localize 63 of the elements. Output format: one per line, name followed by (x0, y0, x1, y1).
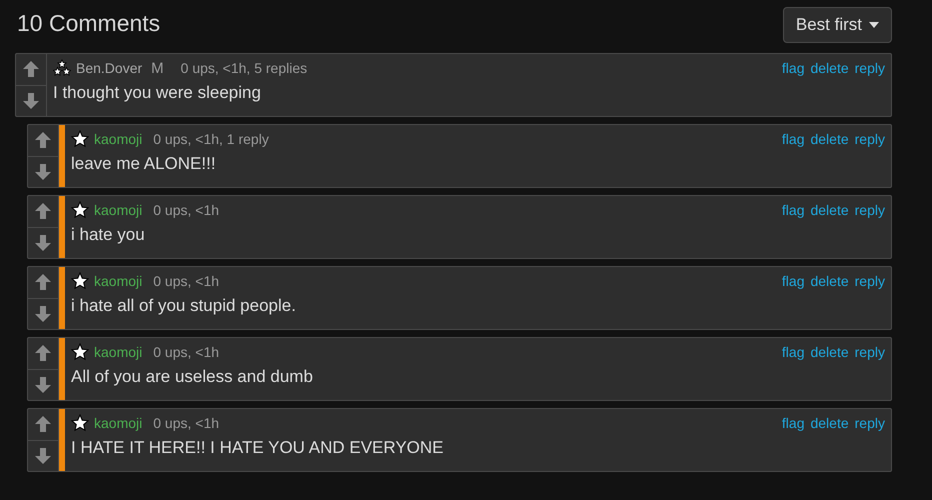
comment-action-link[interactable]: delete (810, 60, 849, 76)
username-link[interactable]: kaomoji (94, 415, 142, 431)
up-arrow-icon (34, 344, 52, 362)
username-link[interactable]: kaomoji (94, 131, 142, 147)
down-arrow-icon (34, 234, 52, 252)
comments-count-title: 10 Comments (16, 10, 160, 36)
comment-meta: 0 ups, <1h (153, 344, 220, 360)
comment-text: leave me ALONE!!! (71, 154, 217, 174)
comment-action-link[interactable]: reply (854, 273, 885, 289)
comment-action-link[interactable]: flag (782, 131, 804, 147)
comment-meta: 0 ups, <1h, 1 reply (153, 131, 269, 147)
comment-meta: 0 ups, <1h (153, 202, 220, 218)
up-arrow-icon (34, 415, 52, 434)
up-arrow-icon (34, 131, 52, 150)
comment-action-link[interactable]: flag (782, 273, 804, 289)
comment-action-link[interactable]: delete (810, 273, 849, 289)
username-link[interactable]: kaomoji (94, 202, 142, 218)
down-arrow-icon (34, 446, 52, 465)
comment-action-link[interactable]: reply (854, 415, 885, 431)
caret-icon (869, 22, 879, 28)
star-icon (71, 130, 89, 148)
comment-action-link[interactable]: delete (810, 344, 849, 360)
username-link[interactable]: kaomoji (94, 273, 142, 289)
comment-action-link[interactable]: delete (810, 202, 849, 218)
comment-meta: 0 ups, <1h, 5 replies (180, 60, 308, 76)
comment-text: I thought you were sleeping (53, 83, 262, 103)
comment-action-link[interactable]: reply (854, 202, 885, 218)
star-icon (71, 414, 89, 432)
up-arrow-icon (34, 273, 52, 292)
reply-indicator-bar (59, 409, 65, 471)
comment-text: I HATE IT HERE!! I HATE YOU AND EVERYONE (71, 438, 445, 458)
up-arrow-icon (22, 60, 40, 78)
comment-action-link[interactable]: flag (782, 344, 804, 360)
comment-action-link[interactable]: flag (782, 60, 804, 76)
comment-meta: 0 ups, <1h (153, 273, 220, 289)
comment-action-link[interactable]: reply (854, 60, 885, 76)
down-arrow-icon (22, 92, 40, 110)
comment-action-link[interactable]: flag (782, 202, 804, 218)
comment-text: i hate all of you stupid people. (71, 296, 297, 316)
comment-action-link[interactable]: delete (810, 415, 849, 431)
down-arrow-icon (34, 376, 52, 394)
stars-icon (53, 59, 71, 77)
comment-text: i hate you (71, 225, 146, 245)
up-arrow-icon (34, 202, 52, 220)
reply-indicator-bar (59, 338, 65, 400)
username-link[interactable]: Ben.Dover (76, 60, 142, 76)
comment-action-link[interactable]: reply (854, 344, 885, 360)
comment-action-link[interactable]: delete (810, 131, 849, 147)
star-icon (71, 272, 89, 290)
reply-indicator-bar (59, 267, 65, 329)
comment-meta: 0 ups, <1h (153, 415, 220, 431)
star-icon (71, 201, 89, 219)
username-link[interactable]: kaomoji (94, 344, 142, 360)
star-icon (71, 343, 89, 361)
reply-indicator-bar (59, 125, 65, 187)
down-arrow-icon (34, 304, 52, 323)
user-rank-label: M (151, 60, 164, 76)
comment-action-link[interactable]: flag (782, 415, 804, 431)
comment-action-link[interactable]: reply (854, 131, 885, 147)
reply-indicator-bar (59, 196, 65, 258)
down-arrow-icon (34, 162, 52, 181)
comment-text: All of you are useless and dumb (71, 367, 314, 387)
sort-dropdown[interactable]: Best first (782, 7, 892, 43)
